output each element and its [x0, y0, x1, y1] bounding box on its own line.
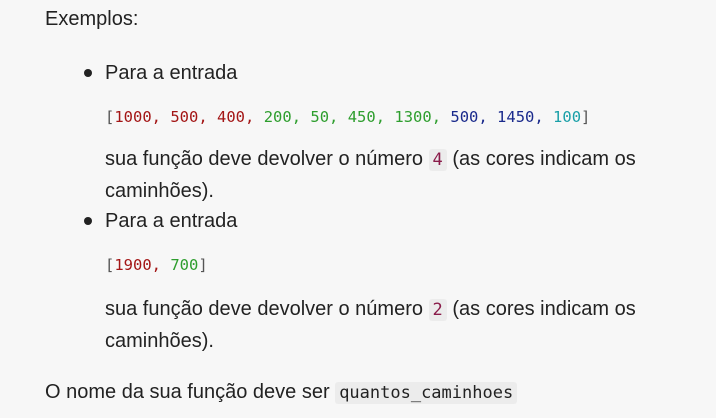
array-value: 1450: [497, 108, 535, 126]
array-separator: ,: [431, 108, 451, 126]
array-bracket-close: ]: [581, 108, 591, 126]
array-bracket-open: [: [105, 108, 115, 126]
result-text: sua função deve devolver o número 2 (as …: [105, 294, 705, 357]
input-array: [1000, 500, 400, 200, 50, 450, 1300, 500…: [105, 106, 590, 128]
array-separator: ,: [291, 108, 311, 126]
result-number: 4: [428, 149, 447, 171]
function-name-note: O nome da sua função deve ser quantos_ca…: [45, 378, 518, 407]
result-before: sua função deve devolver o número: [105, 298, 423, 320]
array-value: 1000: [114, 108, 152, 126]
bullet-dot-icon: [84, 217, 92, 225]
example-label: Para a entrada: [105, 210, 238, 232]
array-value: 200: [263, 108, 292, 126]
result-text: sua função deve devolver o número 4 (as …: [105, 144, 705, 207]
array-separator: ,: [151, 108, 171, 126]
array-separator: ,: [375, 108, 395, 126]
array-value: 400: [217, 108, 246, 126]
bullet-dot-icon: [84, 69, 92, 77]
function-name-code: quantos_caminhoes: [335, 382, 518, 404]
example-label: Para a entrada: [105, 62, 238, 84]
examples-heading: Exemplos:: [45, 8, 139, 30]
result-number: 2: [428, 299, 447, 321]
array-separator: ,: [198, 108, 218, 126]
array-separator: ,: [478, 108, 498, 126]
array-value: 700: [170, 256, 199, 274]
result-before: sua função deve devolver o número: [105, 148, 423, 170]
array-value: 50: [310, 108, 330, 126]
array-separator: ,: [329, 108, 348, 126]
input-array: [1900, 700]: [105, 254, 208, 276]
array-value: 1300: [394, 108, 432, 126]
array-bracket-close: ]: [198, 256, 208, 274]
array-value: 500: [450, 108, 479, 126]
array-value: 1900: [114, 256, 152, 274]
array-bracket-open: [: [105, 256, 115, 274]
array-separator: ,: [245, 108, 264, 126]
footer-text: O nome da sua função deve ser: [45, 381, 330, 403]
array-separator: ,: [534, 108, 554, 126]
array-value: 450: [347, 108, 376, 126]
array-separator: ,: [151, 256, 171, 274]
array-value: 100: [553, 108, 582, 126]
array-value: 500: [170, 108, 199, 126]
